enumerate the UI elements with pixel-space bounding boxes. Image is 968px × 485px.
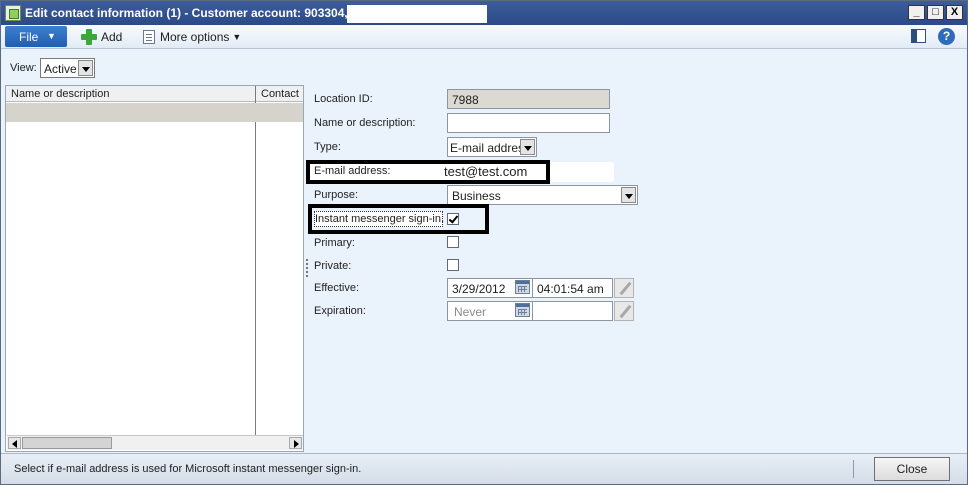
calendar-icon[interactable] bbox=[515, 303, 530, 317]
type-select[interactable]: E-mail address bbox=[447, 137, 537, 157]
calendar-icon[interactable] bbox=[515, 280, 530, 294]
view-select[interactable]: Active bbox=[40, 58, 95, 78]
content-area: View: Active Name or description Contact… bbox=[1, 49, 967, 453]
primary-label: Primary: bbox=[314, 237, 355, 249]
close-window-button[interactable]: X bbox=[946, 5, 963, 20]
effective-time-value: 04:01:54 am bbox=[537, 282, 604, 296]
column-separator[interactable] bbox=[255, 86, 256, 437]
im-signin-highlight-box bbox=[308, 204, 489, 234]
horizontal-scrollbar[interactable] bbox=[7, 435, 303, 450]
scrollbar-thumb[interactable] bbox=[22, 437, 112, 449]
type-value: E-mail address bbox=[450, 141, 531, 155]
status-help-text: Select if e-mail address is used for Mic… bbox=[14, 463, 362, 475]
window-title: Edit contact information (1) - Customer … bbox=[25, 6, 348, 20]
chevron-down-icon: ▼ bbox=[47, 31, 56, 41]
contacts-grid: Name or description Contact bbox=[5, 85, 304, 452]
column-header-name[interactable]: Name or description bbox=[11, 88, 109, 100]
minimize-button[interactable]: _ bbox=[908, 5, 925, 20]
name-description-input[interactable] bbox=[447, 113, 610, 133]
dropdown-arrow-icon[interactable] bbox=[78, 60, 93, 76]
pencil-icon[interactable] bbox=[614, 301, 634, 321]
app-icon bbox=[5, 5, 21, 21]
scroll-right-icon[interactable] bbox=[289, 437, 302, 449]
purpose-value: Business bbox=[452, 189, 501, 203]
expiration-label: Expiration: bbox=[314, 305, 366, 317]
effective-time-input[interactable]: 04:01:54 am bbox=[532, 278, 613, 298]
dropdown-arrow-icon[interactable] bbox=[520, 139, 535, 155]
type-label: Type: bbox=[314, 141, 341, 153]
add-label: Add bbox=[101, 30, 123, 44]
status-bar: Select if e-mail address is used for Mic… bbox=[1, 453, 967, 484]
plus-icon bbox=[81, 29, 97, 45]
file-menu-button[interactable]: File ▼ bbox=[5, 26, 67, 47]
primary-checkbox[interactable] bbox=[447, 236, 459, 248]
location-id-value: 7988 bbox=[452, 93, 479, 107]
effective-label: Effective: bbox=[314, 282, 360, 294]
location-id-field: 7988 bbox=[447, 89, 610, 109]
view-select-value: Active bbox=[44, 62, 77, 76]
add-button[interactable]: Add bbox=[81, 28, 122, 46]
expiration-time-input[interactable] bbox=[532, 301, 613, 321]
maximize-button[interactable]: □ bbox=[927, 5, 944, 20]
purpose-label: Purpose: bbox=[314, 189, 359, 201]
help-icon[interactable]: ? bbox=[938, 28, 955, 45]
effective-date-value: 3/29/2012 bbox=[452, 282, 506, 296]
more-options-label: More options bbox=[160, 30, 230, 44]
expiration-date-placeholder: Never bbox=[454, 305, 487, 319]
private-label: Private: bbox=[314, 260, 352, 272]
caret-down-icon: ▼ bbox=[232, 32, 242, 42]
location-id-label: Location ID: bbox=[314, 93, 373, 105]
name-description-label: Name or description: bbox=[314, 117, 416, 129]
purpose-select[interactable]: Business bbox=[447, 185, 638, 205]
title-bar: Edit contact information (1) - Customer … bbox=[1, 1, 967, 25]
grid-header: Name or description Contact bbox=[6, 86, 303, 102]
private-checkbox[interactable] bbox=[447, 259, 459, 271]
pane-splitter[interactable] bbox=[306, 259, 309, 277]
document-icon bbox=[143, 30, 155, 44]
scroll-left-icon[interactable] bbox=[8, 437, 21, 449]
email-highlight-box bbox=[306, 160, 550, 184]
view-label: View: bbox=[10, 62, 37, 74]
file-label: File bbox=[19, 30, 39, 44]
layout-icon[interactable] bbox=[911, 29, 926, 43]
column-header-contact[interactable]: Contact bbox=[261, 88, 299, 100]
dialog-window: Edit contact information (1) - Customer … bbox=[0, 0, 968, 485]
window-controls: _ □ X bbox=[908, 5, 963, 20]
status-separator bbox=[853, 460, 854, 478]
table-row[interactable] bbox=[6, 103, 303, 122]
pencil-icon[interactable] bbox=[614, 278, 634, 298]
menu-bar: File ▼ Add More options ▼ ? bbox=[1, 25, 967, 49]
dropdown-arrow-icon[interactable] bbox=[621, 187, 636, 203]
close-button[interactable]: Close bbox=[874, 457, 950, 481]
redacted-title-area bbox=[347, 5, 487, 23]
more-options-button[interactable]: More options ▼ bbox=[143, 28, 241, 46]
